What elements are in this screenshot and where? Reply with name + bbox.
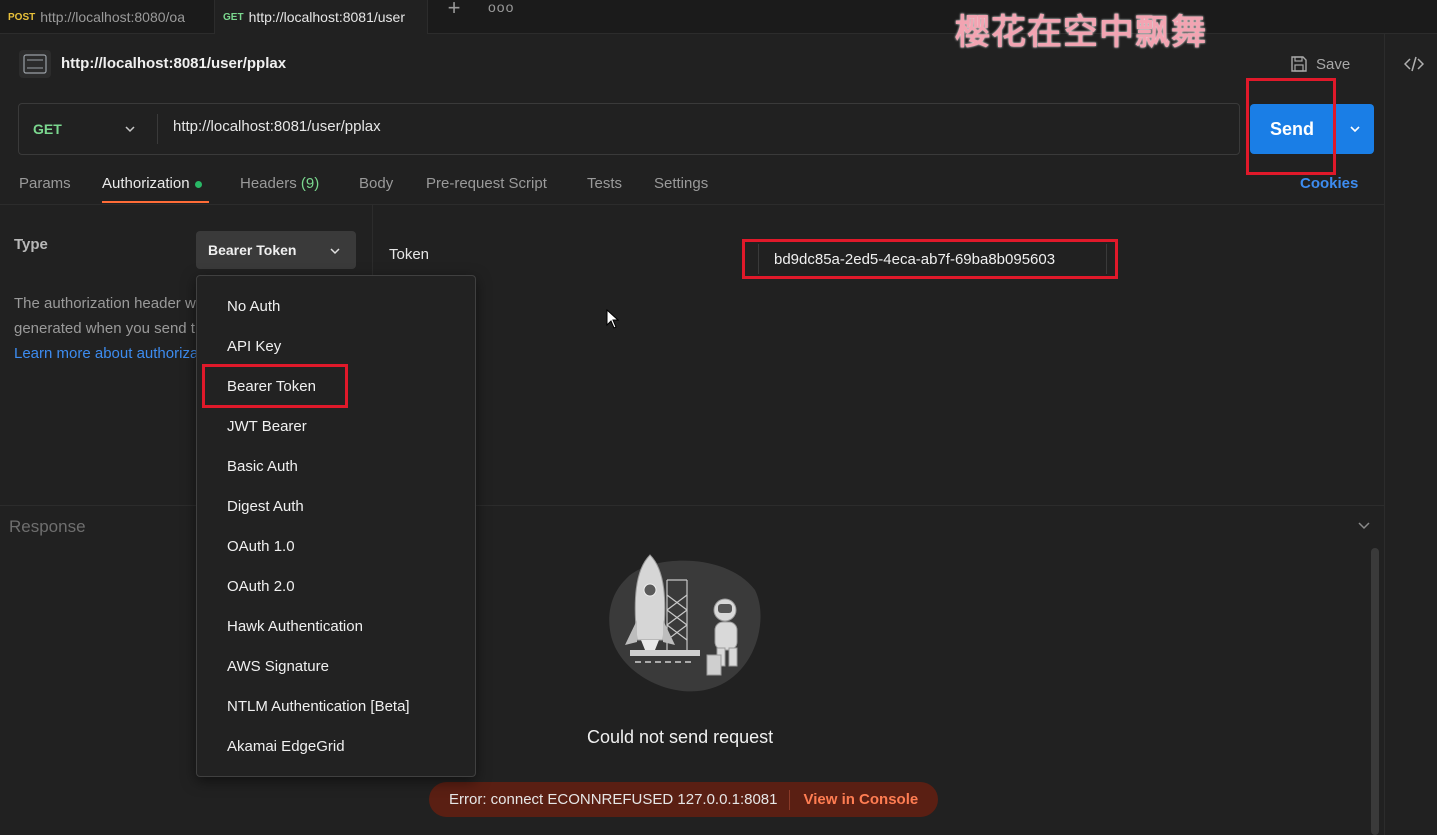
more-tabs-button[interactable]: ooo [488, 0, 514, 20]
tab-tests[interactable]: Tests [587, 175, 622, 192]
tab-authorization-label: Authorization [102, 175, 190, 192]
tab-body[interactable]: Body [359, 175, 393, 192]
save-icon [1291, 56, 1307, 72]
auth-desc-line1: The authorization header will be automat… [14, 295, 196, 312]
right-sidebar [1384, 34, 1437, 835]
tab-url: http://localhost:8080/oa [40, 9, 186, 25]
tab-get-request[interactable]: GET http://localhost:8081/user [214, 0, 428, 34]
chevron-down-icon [330, 248, 340, 255]
annotation-box-token [742, 239, 1118, 279]
tab-authorization[interactable]: Authorization [102, 175, 202, 192]
auth-option-akamai[interactable]: Akamai EdgeGrid [227, 738, 345, 755]
auth-option-no-auth[interactable]: No Auth [227, 298, 280, 315]
chevron-down-icon [125, 126, 135, 133]
save-button[interactable]: Save [1290, 52, 1350, 76]
auth-desc-line2: generated when you send the request. [14, 320, 196, 337]
auth-option-jwt-bearer[interactable]: JWT Bearer [227, 418, 307, 435]
error-banner: Error: connect ECONNREFUSED 127.0.0.1:80… [429, 782, 938, 817]
type-label: Type [14, 236, 48, 253]
tab-headers[interactable]: Headers (9) [240, 175, 319, 192]
tab-settings[interactable]: Settings [654, 175, 708, 192]
auth-option-api-key[interactable]: API Key [227, 338, 281, 355]
no-response-message: Could not send request [587, 727, 774, 747]
auth-type-value: Bearer Token [208, 242, 297, 258]
auth-option-digest-auth[interactable]: Digest Auth [227, 498, 304, 515]
code-icon[interactable] [1404, 56, 1424, 72]
http-icon [19, 50, 51, 78]
watermark-text: 樱花在空中飘舞 [955, 13, 1208, 53]
rocket-astronaut-illustration [609, 554, 761, 692]
auth-type-dropdown: No Auth API Key Bearer Token JWT Bearer … [196, 275, 476, 777]
url-input[interactable] [173, 118, 1213, 135]
tab-prerequest-script[interactable]: Pre-request Script [426, 175, 547, 192]
auth-option-oauth2[interactable]: OAuth 2.0 [227, 578, 295, 595]
token-label: Token [389, 246, 430, 263]
status-dot [194, 180, 202, 188]
tab-method: POST [8, 11, 36, 23]
response-label: Response [9, 517, 86, 536]
annotation-box-bearer [202, 364, 348, 408]
tab-method: GET [223, 11, 244, 23]
chevron-down-icon [1349, 126, 1360, 133]
request-tabs: Params Authorization Headers (9) Body Pr… [0, 168, 1384, 205]
tab-strip: POST http://localhost:8080/oa GET http:/… [0, 0, 1437, 34]
view-in-console-link[interactable]: View in Console [803, 791, 918, 808]
headers-count: (9) [300, 175, 320, 192]
cookies-link[interactable]: Cookies [1300, 175, 1358, 192]
tab-post-request[interactable]: POST http://localhost:8080/oa [0, 0, 213, 34]
auth-option-ntlm[interactable]: NTLM Authentication [Beta] [227, 698, 410, 715]
annotation-box-send [1246, 78, 1336, 175]
auth-description: The authorization header will be automat… [14, 291, 196, 366]
save-label: Save [1316, 55, 1351, 73]
active-tab-indicator [102, 201, 209, 203]
tab-params[interactable]: Params [19, 175, 71, 192]
tab-headers-label: Headers [240, 175, 297, 192]
auth-option-hawk[interactable]: Hawk Authentication [227, 618, 363, 635]
error-text: Error: connect ECONNREFUSED 127.0.0.1:80… [449, 791, 778, 808]
method-select[interactable]: GET [19, 104, 159, 154]
request-title: http://localhost:8081/user/pplax [61, 55, 287, 72]
url-bar: GET [18, 103, 1240, 155]
auth-option-oauth1[interactable]: OAuth 1.0 [227, 538, 295, 555]
send-options-button[interactable] [1335, 104, 1374, 154]
auth-option-basic-auth[interactable]: Basic Auth [227, 458, 298, 475]
tab-url: http://localhost:8081/user [248, 9, 405, 25]
chevron-down-icon[interactable] [1356, 517, 1372, 533]
method-label: GET [33, 121, 62, 137]
mouse-cursor-icon [606, 309, 620, 329]
error-separator [789, 789, 791, 810]
new-tab-button[interactable]: + [442, 0, 466, 20]
url-separator [157, 114, 158, 144]
auth-option-aws-signature[interactable]: AWS Signature [227, 658, 329, 675]
auth-type-select[interactable]: Bearer Token [196, 231, 356, 269]
learn-more-link[interactable]: Learn more about authorization [14, 341, 196, 366]
response-scrollbar[interactable] [1371, 548, 1379, 835]
